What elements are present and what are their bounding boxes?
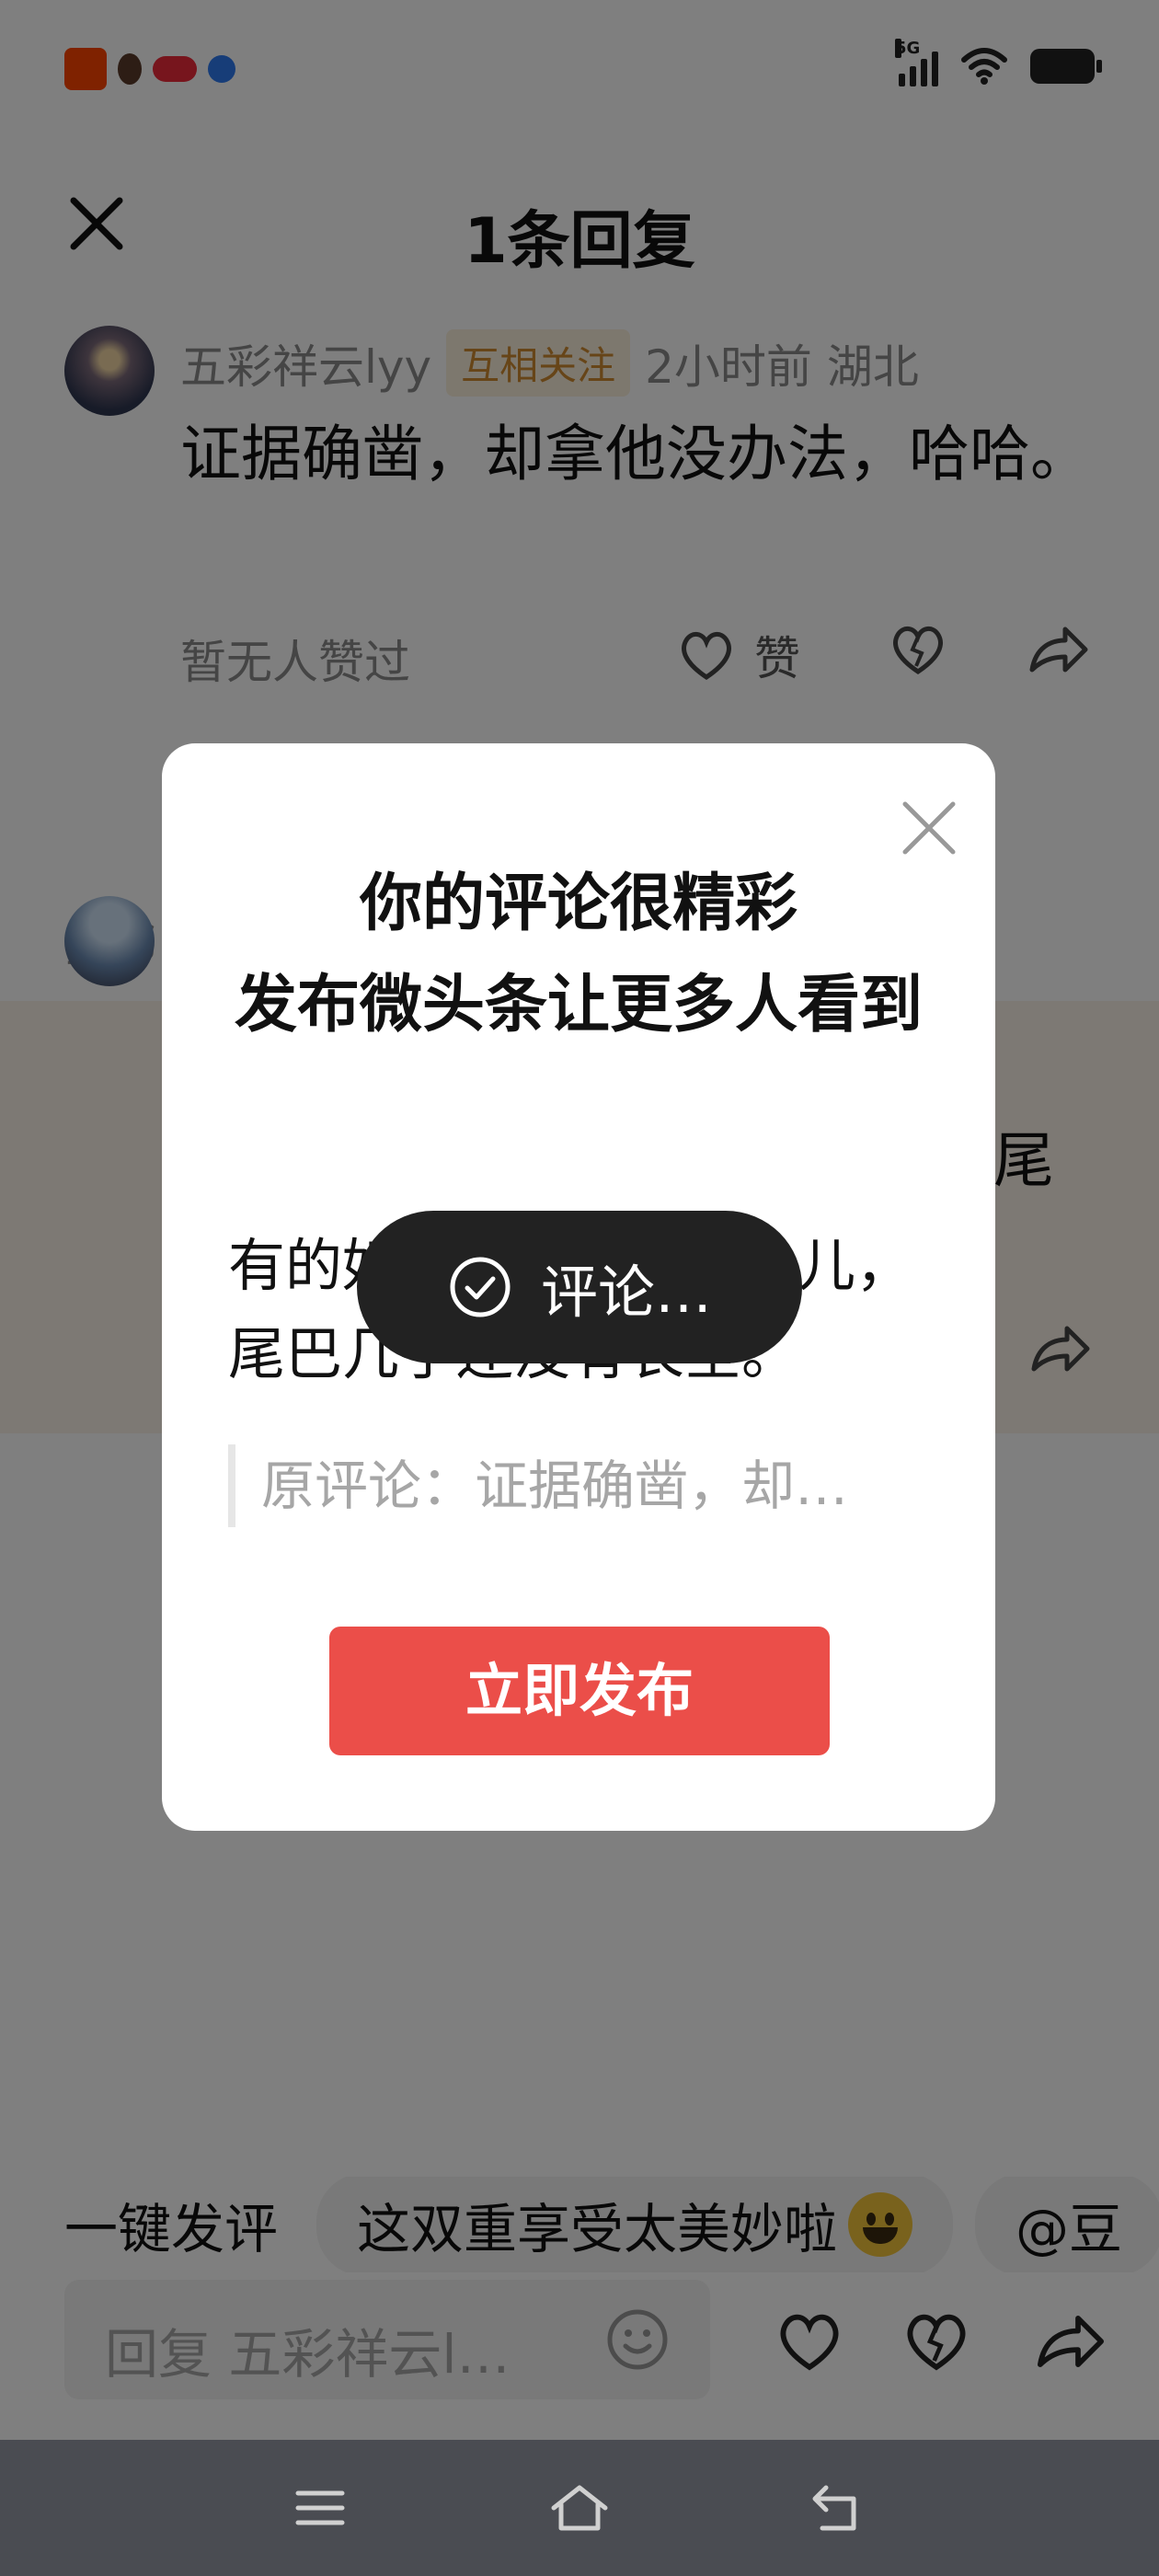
toast: 评论…: [357, 1211, 802, 1363]
close-icon[interactable]: [900, 799, 958, 857]
system-nav-bar: [0, 2440, 1159, 2576]
toast-text: 评论…: [540, 1259, 712, 1326]
publish-now-button[interactable]: 立即发布: [329, 1627, 830, 1755]
dialog-title-line: 你的评论很精彩: [359, 868, 798, 940]
dialog-title: 你的评论很精彩 发布微头条让更多人看到: [208, 854, 949, 1056]
back-icon[interactable]: [808, 2480, 866, 2536]
dialog-title-line: 发布微头条让更多人看到: [234, 969, 923, 1041]
home-icon[interactable]: [548, 2480, 611, 2536]
menu-icon[interactable]: [293, 2480, 348, 2536]
original-comment-quote: 原评论：证据确凿，却…: [228, 1444, 927, 1527]
check-circle-icon: [450, 1257, 511, 1317]
